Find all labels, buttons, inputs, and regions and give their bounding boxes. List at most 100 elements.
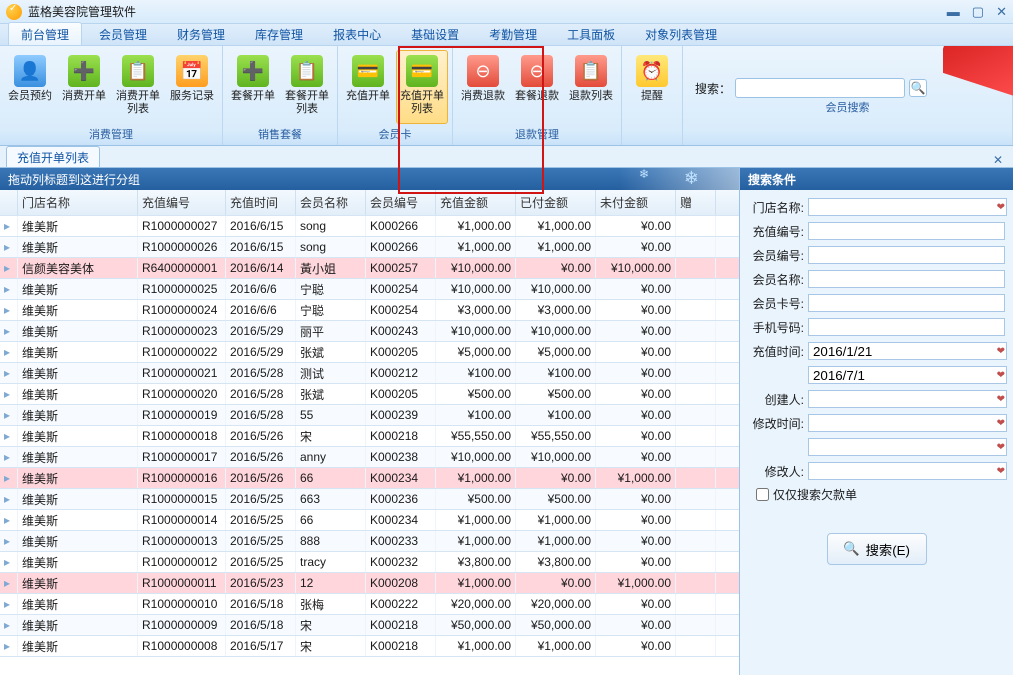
cell: song — [296, 216, 366, 236]
table-row[interactable]: ▸信颜美容美体R64000000012016/6/14黃小姐K000257¥10… — [0, 258, 739, 279]
ribbon-btn-1-0[interactable]: ➕套餐开单 — [227, 50, 279, 124]
table-row[interactable]: ▸维美斯R10000000232016/5/29丽平K000243¥10,000… — [0, 321, 739, 342]
search-button[interactable]: 🔍 搜索(E) — [827, 533, 927, 565]
cell: ¥50,000.00 — [516, 615, 596, 635]
table-row[interactable]: ▸维美斯R10000000252016/6/6宁聪K000254¥10,000.… — [0, 279, 739, 300]
ribbon-btn-3-0[interactable]: ⊖消费退款 — [457, 50, 509, 124]
cell: ¥0.00 — [596, 363, 676, 383]
menu-tab-4[interactable]: 报表中心 — [320, 22, 394, 45]
ribbon-btn-0-2[interactable]: 📋消费开单列表 — [112, 50, 164, 124]
ribbon-btn-3-2[interactable]: 📋退款列表 — [565, 50, 617, 124]
table-row[interactable]: ▸维美斯R10000000222016/5/29张斌K000205¥5,000.… — [0, 342, 739, 363]
table-row[interactable]: ▸维美斯R10000000262016/6/15songK000266¥1,00… — [0, 237, 739, 258]
column-header-4[interactable]: 会员编号 — [366, 190, 436, 215]
column-header-6[interactable]: 已付金额 — [516, 190, 596, 215]
menu-tab-6[interactable]: 考勤管理 — [476, 22, 550, 45]
ribbon-btn-3-1[interactable]: ⊖套餐退款 — [511, 50, 563, 124]
maximize-button[interactable]: ▢ — [972, 4, 984, 20]
table-row[interactable]: ▸维美斯R10000000272016/6/15songK000266¥1,00… — [0, 216, 739, 237]
input-modifier[interactable] — [808, 462, 1007, 480]
menu-tab-5[interactable]: 基础设置 — [398, 22, 472, 45]
table-row[interactable]: ▸维美斯R10000000202016/5/28张斌K000205¥500.00… — [0, 384, 739, 405]
ribbon-btn-0-1[interactable]: ➕消费开单 — [58, 50, 110, 124]
cell: 2016/6/6 — [226, 279, 296, 299]
ribbon-btn-label: 服务记录 — [170, 90, 214, 103]
column-header-8[interactable]: 赠 — [676, 190, 716, 215]
table-row[interactable]: ▸维美斯R10000000142016/5/2566K000234¥1,000.… — [0, 510, 739, 531]
table-row[interactable]: ▸维美斯R10000000212016/5/28测试K000212¥100.00… — [0, 363, 739, 384]
cell: R1000000020 — [138, 384, 226, 404]
table-row[interactable]: ▸维美斯R10000000102016/5/18张梅K000222¥20,000… — [0, 594, 739, 615]
cell: 12 — [296, 573, 366, 593]
grid-body[interactable]: ▸维美斯R10000000272016/6/15songK000266¥1,00… — [0, 216, 739, 672]
close-tab-icon[interactable]: ✕ — [989, 153, 1007, 167]
input-recharge-no[interactable] — [808, 222, 1005, 240]
table-row[interactable]: ▸维美斯R10000000112016/5/2312K000208¥1,000.… — [0, 573, 739, 594]
table-row[interactable]: ▸维美斯R10000000192016/5/2855K000239¥100.00… — [0, 405, 739, 426]
column-header-1[interactable]: 充值编号 — [138, 190, 226, 215]
套餐开单列表-icon: 📋 — [291, 55, 323, 87]
cell: 2016/6/15 — [226, 237, 296, 257]
column-header-5[interactable]: 充值金额 — [436, 190, 516, 215]
cell: R1000000017 — [138, 447, 226, 467]
table-row[interactable]: ▸维美斯R10000000122016/5/25tracyK000232¥3,8… — [0, 552, 739, 573]
menu-tab-1[interactable]: 会员管理 — [86, 22, 160, 45]
ribbon-btn-2-1[interactable]: 💳充值开单列表 — [396, 50, 448, 124]
table-row[interactable]: ▸维美斯R10000000182016/5/26宋K000218¥55,550.… — [0, 426, 739, 447]
cell: 2016/5/25 — [226, 531, 296, 551]
cell: K000238 — [366, 447, 436, 467]
minimize-button[interactable]: ▬ — [947, 4, 960, 20]
column-header-3[interactable]: 会员名称 — [296, 190, 366, 215]
table-row[interactable]: ▸维美斯R10000000172016/5/26annyK000238¥10,0… — [0, 447, 739, 468]
cell: 66 — [296, 468, 366, 488]
input-phone[interactable] — [808, 318, 1005, 336]
menu-tab-0[interactable]: 前台管理 — [8, 22, 82, 45]
table-row[interactable]: ▸维美斯R10000000082016/5/17宋K000218¥1,000.0… — [0, 636, 739, 657]
ribbon-btn-4-0[interactable]: ⏰提醒 — [626, 50, 678, 124]
table-row[interactable]: ▸维美斯R10000000242016/6/6宁聪K000254¥3,000.0… — [0, 300, 739, 321]
menu-tab-3[interactable]: 库存管理 — [242, 22, 316, 45]
ribbon-btn-0-0[interactable]: 👤会员预约 — [4, 50, 56, 124]
input-mod-time-to[interactable] — [808, 438, 1007, 456]
cell — [676, 216, 716, 236]
cell: ¥0.00 — [596, 447, 676, 467]
row-indicator: ▸ — [0, 489, 18, 509]
cell: 宋 — [296, 426, 366, 446]
ribbon-btn-1-1[interactable]: 📋套餐开单列表 — [281, 50, 333, 124]
消费退款-icon: ⊖ — [467, 55, 499, 87]
cell: ¥20,000.00 — [516, 594, 596, 614]
close-button[interactable]: ✕ — [996, 4, 1007, 20]
input-member-name[interactable] — [808, 270, 1005, 288]
input-date-from[interactable] — [808, 342, 1007, 360]
cell: K000218 — [366, 615, 436, 635]
menu-tab-8[interactable]: 对象列表管理 — [632, 22, 730, 45]
table-row[interactable]: ▸维美斯R10000000132016/5/25888K000233¥1,000… — [0, 531, 739, 552]
column-header-7[interactable]: 未付金额 — [596, 190, 676, 215]
input-creator[interactable] — [808, 390, 1007, 408]
menu-tab-7[interactable]: 工具面板 — [554, 22, 628, 45]
input-store[interactable] — [808, 198, 1007, 216]
input-member-no[interactable] — [808, 246, 1005, 264]
input-date-to[interactable] — [808, 366, 1007, 384]
input-mod-time-from[interactable] — [808, 414, 1007, 432]
menu-tab-2[interactable]: 财务管理 — [164, 22, 238, 45]
ribbon-btn-0-3[interactable]: 📅服务记录 — [166, 50, 218, 124]
row-indicator: ▸ — [0, 363, 18, 383]
cell: ¥0.00 — [596, 237, 676, 257]
table-row[interactable]: ▸维美斯R10000000162016/5/2666K000234¥1,000.… — [0, 468, 739, 489]
input-card-no[interactable] — [808, 294, 1005, 312]
tab-recharge-list[interactable]: 充值开单列表 — [6, 146, 100, 167]
member-search-input[interactable] — [735, 78, 905, 98]
cell: K000266 — [366, 237, 436, 257]
套餐退款-icon: ⊖ — [521, 55, 553, 87]
cell: ¥1,000.00 — [516, 237, 596, 257]
table-row[interactable]: ▸维美斯R10000000092016/5/18宋K000218¥50,000.… — [0, 615, 739, 636]
search-icon[interactable]: 🔍 — [909, 79, 927, 97]
ribbon-btn-2-0[interactable]: 💳充值开单 — [342, 50, 394, 124]
column-header-0[interactable]: 门店名称 — [18, 190, 138, 215]
套餐开单-icon: ➕ — [237, 55, 269, 87]
table-row[interactable]: ▸维美斯R10000000152016/5/25663K000236¥500.0… — [0, 489, 739, 510]
column-header-2[interactable]: 充值时间 — [226, 190, 296, 215]
checkbox-only-unpaid[interactable] — [756, 488, 769, 501]
cell: 2016/5/25 — [226, 489, 296, 509]
